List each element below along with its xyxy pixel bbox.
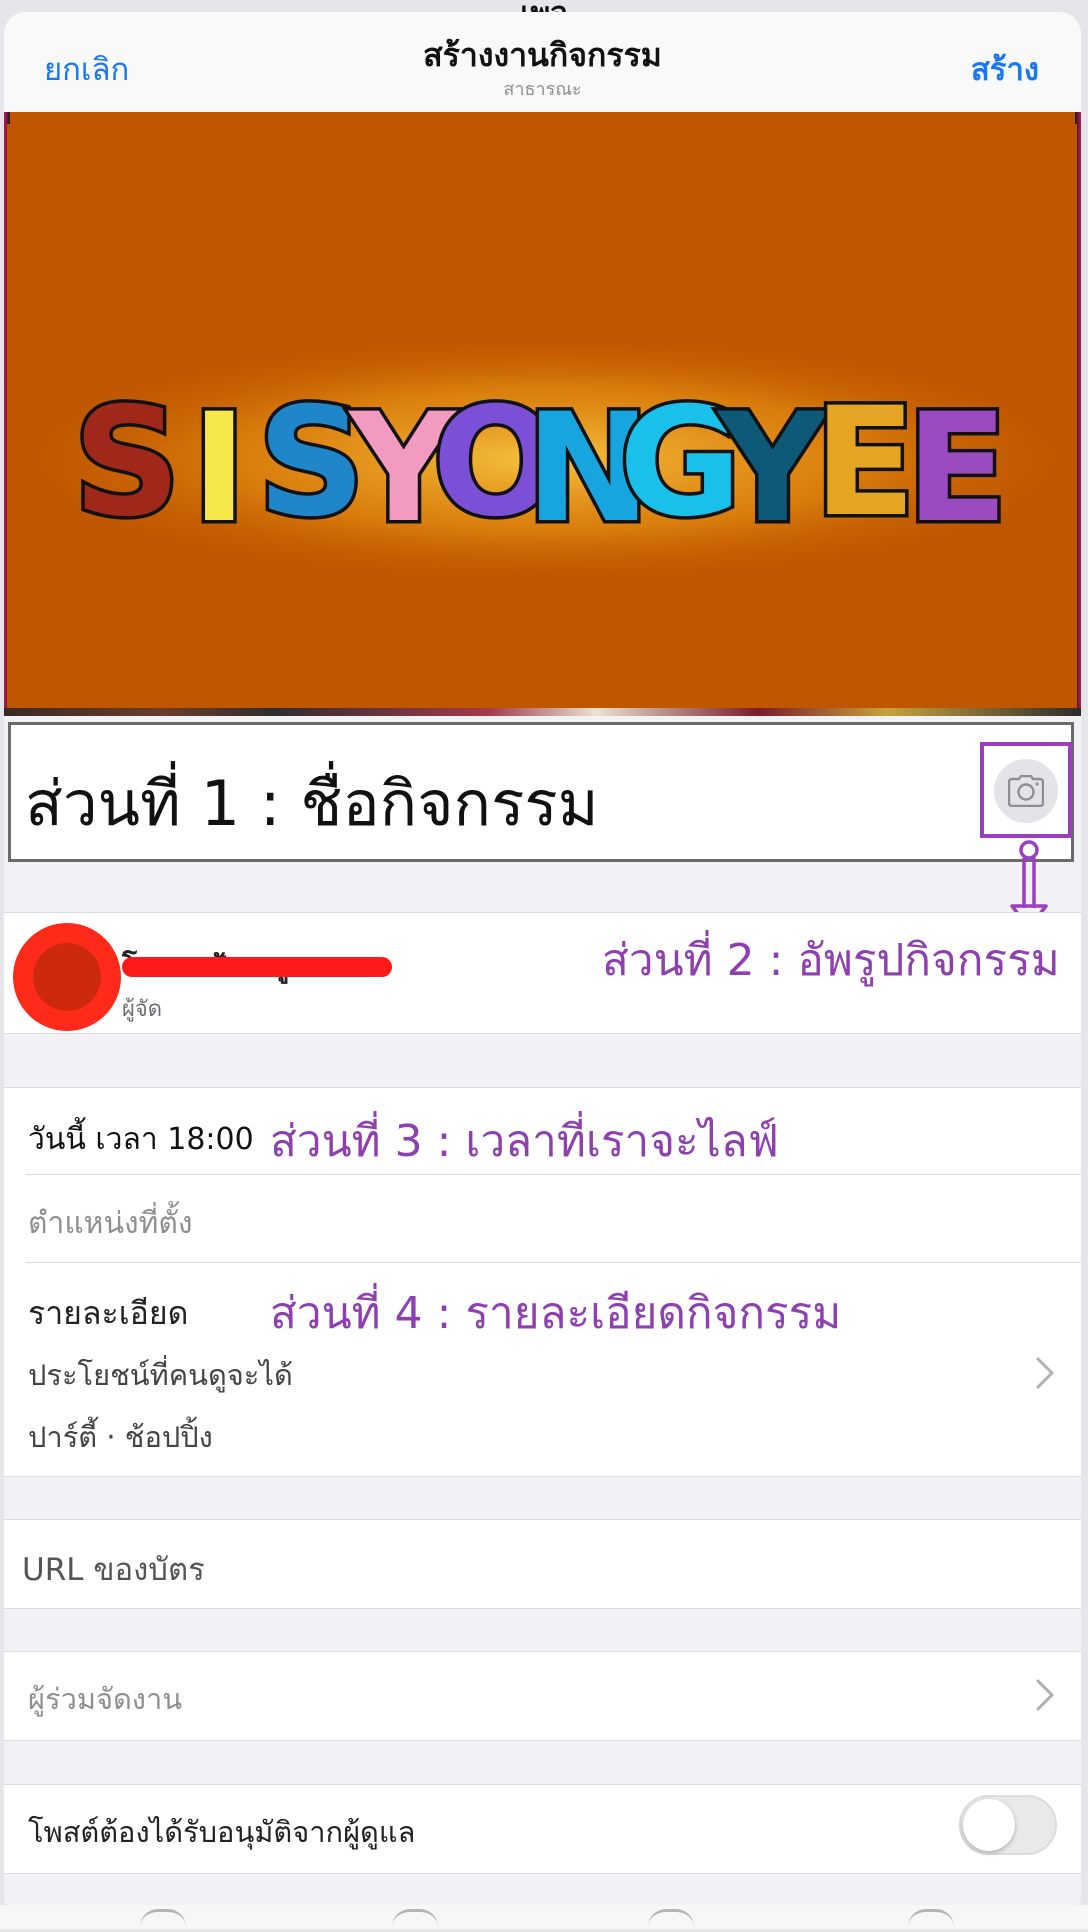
divider xyxy=(26,1262,1081,1263)
chevron-right-icon[interactable] xyxy=(1035,1678,1055,1712)
details-label: รายละเอียด xyxy=(28,1294,189,1332)
event-name-field[interactable]: ส่วนที่ 1 : ชื่อกิจกรรม xyxy=(8,722,1074,862)
ticket-url-row[interactable]: URL ของบัตร xyxy=(4,1519,1081,1609)
avatar-redaction xyxy=(33,943,101,1011)
logo-letter: S xyxy=(73,376,181,550)
post-approval-row: โพสต์ต้องได้รับอนุมัติจากผู้ดูแล xyxy=(4,1784,1081,1874)
cohosts-row[interactable]: ผู้ร่วมจัดงาน xyxy=(4,1651,1081,1741)
name-redaction-bar xyxy=(122,957,392,977)
sisyongyee-logo: S I SYONGYEE xyxy=(27,339,1067,579)
logo-letter: E xyxy=(814,376,916,550)
organizer-role: ผู้จัด xyxy=(122,997,163,1022)
create-button[interactable]: สร้าง xyxy=(971,44,1039,94)
divider xyxy=(26,1174,1081,1175)
post-approval-toggle[interactable] xyxy=(959,1795,1057,1855)
location-field[interactable]: ตำแหน่งที่ตั้ง xyxy=(28,1200,193,1247)
cover-photo[interactable]: SISYONGYEE xyxy=(4,112,1081,716)
event-time[interactable]: วันนี้ เวลา 18:00 xyxy=(28,1116,254,1163)
camera-icon xyxy=(1008,775,1044,807)
details-categories: ปาร์ตี้ · ช้อปปิ้ง xyxy=(28,1420,213,1454)
organizer-row[interactable]: โดเดสเป้วเตดูล ผู้จัด ส่วนที่ 2 : อัพรูป… xyxy=(4,912,1081,1034)
post-approval-label: โพสต์ต้องได้รับอนุมัติจากผู้ดูแล xyxy=(28,1815,416,1849)
annotation-part-3: ส่วนที่ 3 : เวลาที่เราจะไลฟ์ xyxy=(270,1116,779,1167)
annotation-part-4: ส่วนที่ 4 : รายละเอียดกิจกรรม xyxy=(270,1288,842,1339)
background-tab-bar xyxy=(0,1905,1088,1929)
event-name-text: ส่วนที่ 1 : ชื่อกิจกรรม xyxy=(25,767,599,840)
create-event-sheet: ยกเลิก สร้างงานกิจกรรม สาธารณะ สร้าง SIS… xyxy=(4,12,1081,1918)
toggle-knob xyxy=(963,1799,1015,1851)
photo-strip xyxy=(4,708,1081,716)
avatar xyxy=(13,923,121,1031)
camera-button[interactable] xyxy=(994,759,1058,823)
details-text: ประโยชน์ที่คนดูจะได้ xyxy=(28,1358,293,1392)
cover-image: SISYONGYEE xyxy=(7,124,1077,708)
ticket-url-field[interactable]: URL ของบัตร xyxy=(22,1544,205,1594)
logo-letter: E xyxy=(906,382,1008,556)
event-details-group: วันนี้ เวลา 18:00 ส่วนที่ 3 : เวลาที่เรา… xyxy=(4,1087,1081,1477)
logo-letter: Y xyxy=(716,382,829,556)
annotation-part-2: ส่วนที่ 2 : อัพรูปกิจกรรม xyxy=(602,935,1060,986)
navigation-bar: ยกเลิก สร้างงานกิจกรรม สาธารณะ สร้าง xyxy=(4,12,1081,113)
logo-letter: I xyxy=(191,382,247,556)
cohosts-label: ผู้ร่วมจัดงาน xyxy=(28,1682,183,1716)
privacy-subtitle[interactable]: สาธารณะ xyxy=(4,74,1081,103)
chevron-right-icon[interactable] xyxy=(1035,1356,1055,1390)
